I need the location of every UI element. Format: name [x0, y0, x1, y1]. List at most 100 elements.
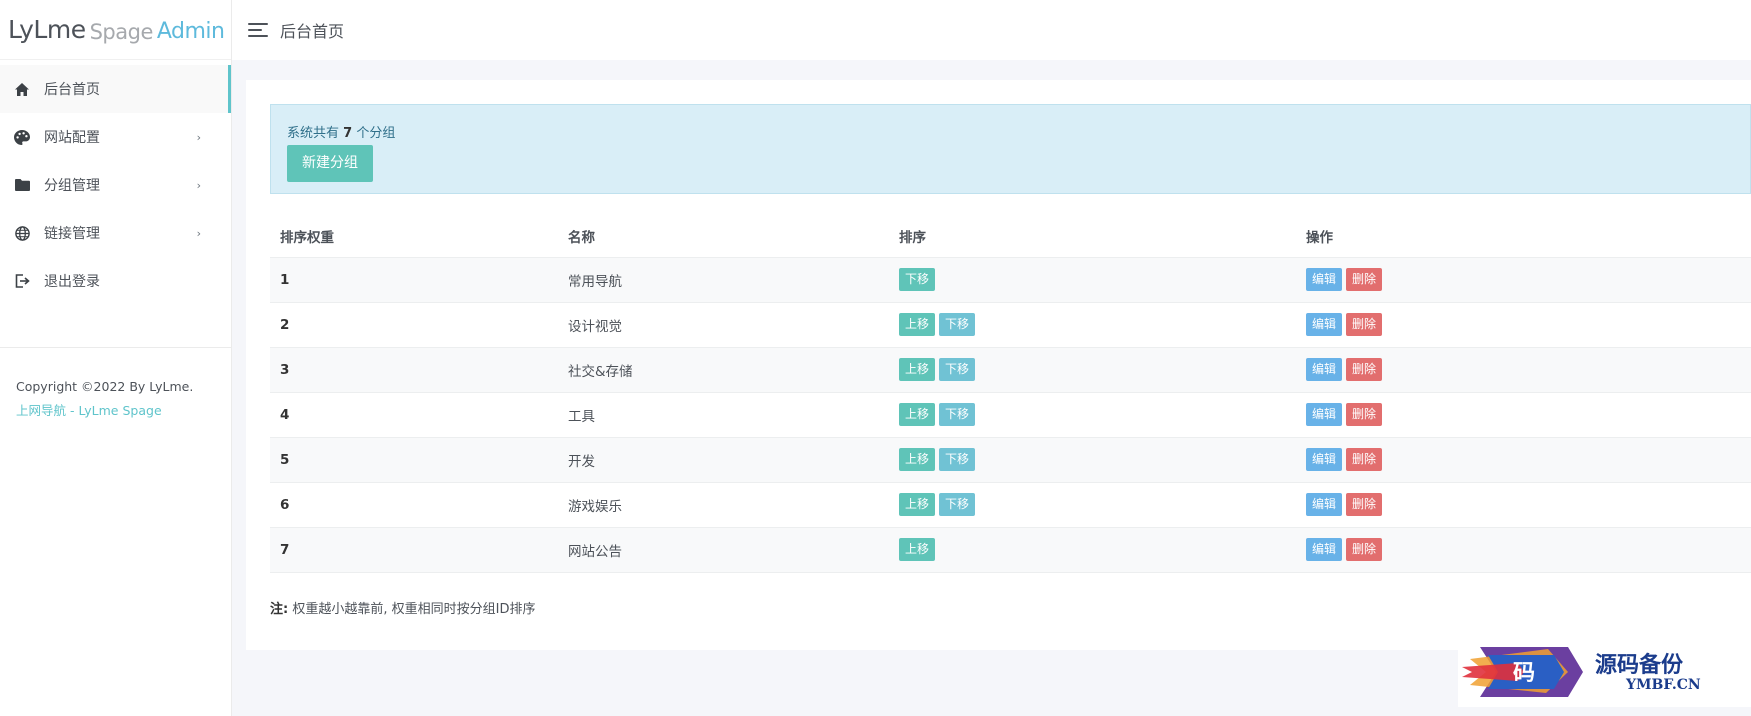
row-actions: 编辑 删除 [1296, 392, 1751, 438]
table-header-row: 排序权重 名称 排序 操作 [270, 215, 1751, 258]
row-actions: 编辑 删除 [1296, 437, 1751, 483]
copyright-text: Copyright ©2022 By LyLme. [16, 379, 194, 394]
sidebar-item-label: 后台首页 [44, 82, 100, 98]
row-weight: 7 [270, 527, 558, 573]
delete-button[interactable]: 删除 [1346, 313, 1383, 336]
sort-note: 注: 权重越小越靠前, 权重相同时按分组ID排序 [270, 598, 535, 617]
sidebar-item-link-manage[interactable]: 链接管理 › [0, 209, 231, 257]
brand-logo[interactable]: LyLme Spage Admin [0, 0, 231, 60]
move-up-button[interactable]: 上移 [899, 493, 936, 516]
new-group-button[interactable]: 新建分组 [287, 145, 373, 182]
row-sort-actions: 上移 下移 [889, 302, 1296, 348]
row-actions: 编辑 删除 [1296, 257, 1751, 303]
move-down-button[interactable]: 下移 [939, 448, 976, 471]
row-weight: 3 [270, 347, 558, 393]
edit-button[interactable]: 编辑 [1306, 358, 1343, 381]
logout-icon [14, 273, 30, 289]
row-sort-actions: 上移 下移 [889, 347, 1296, 393]
sidebar-item-home[interactable]: 后台首页 [0, 65, 231, 113]
move-up-button[interactable]: 上移 [899, 358, 936, 381]
delete-button[interactable]: 删除 [1346, 448, 1383, 471]
row-actions: 编辑 删除 [1296, 302, 1751, 348]
delete-button[interactable]: 删除 [1346, 493, 1383, 516]
row-name: 开发 [558, 437, 889, 483]
row-sort-actions: 下移 [889, 257, 1296, 303]
row-weight: 1 [270, 257, 558, 303]
globe-icon [14, 225, 30, 241]
brand-part2: Spage [89, 19, 154, 44]
table-row: 6 游戏娱乐 上移 下移 编辑 删除 [270, 482, 1751, 528]
edit-button[interactable]: 编辑 [1306, 313, 1343, 336]
col-actions: 操作 [1296, 215, 1751, 258]
edit-button[interactable]: 编辑 [1306, 538, 1343, 561]
table-row: 4 工具 上移 下移 编辑 删除 [270, 392, 1751, 438]
palette-icon [14, 129, 30, 145]
sidebar: LyLme Spage Admin 后台首页 网站配置 › 分组管理 › 链接管… [0, 0, 232, 716]
edit-button[interactable]: 编辑 [1306, 448, 1343, 471]
top-header: 后台首页 [232, 0, 1751, 60]
delete-button[interactable]: 删除 [1346, 358, 1383, 381]
edit-button[interactable]: 编辑 [1306, 403, 1343, 426]
brand-part1: LyLme [8, 15, 86, 44]
row-name: 社交&存储 [558, 347, 889, 393]
delete-button[interactable]: 删除 [1346, 538, 1383, 561]
move-down-button[interactable]: 下移 [939, 403, 976, 426]
chevron-right-icon: › [196, 178, 201, 192]
row-sort-actions: 上移 下移 [889, 437, 1296, 483]
edit-button[interactable]: 编辑 [1306, 268, 1343, 291]
watermark-char: 码 [1513, 660, 1536, 686]
sidebar-item-logout[interactable]: 退出登录 [0, 257, 231, 305]
sidebar-item-label: 分组管理 [44, 178, 100, 194]
group-count-text: 系统共有 7 个分组 [287, 122, 1734, 141]
move-up-button[interactable]: 上移 [899, 403, 936, 426]
row-sort-actions: 上移 下移 [889, 482, 1296, 528]
delete-button[interactable]: 删除 [1346, 403, 1383, 426]
move-down-button[interactable]: 下移 [939, 493, 976, 516]
count-prefix: 系统共有 [287, 126, 340, 141]
row-weight: 5 [270, 437, 558, 483]
move-down-button[interactable]: 下移 [939, 313, 976, 336]
brand-part3: Admin [156, 19, 225, 44]
table-row: 5 开发 上移 下移 编辑 删除 [270, 437, 1751, 483]
move-up-button[interactable]: 上移 [899, 538, 936, 561]
sidebar-item-label: 退出登录 [44, 274, 100, 290]
delete-button[interactable]: 删除 [1346, 268, 1383, 291]
note-label: 注: [270, 602, 289, 617]
row-sort-actions: 上移 下移 [889, 392, 1296, 438]
sidebar-item-site-config[interactable]: 网站配置 › [0, 113, 231, 161]
note-text: 权重越小越靠前, 权重相同时按分组ID排序 [292, 602, 536, 617]
row-sort-actions: 上移 [889, 527, 1296, 573]
watermark: 码 源码备份 YMBF.CN [1458, 637, 1751, 707]
row-weight: 4 [270, 392, 558, 438]
table-row: 3 社交&存储 上移 下移 编辑 删除 [270, 347, 1751, 393]
info-alert: 系统共有 7 个分组 新建分组 [270, 104, 1751, 194]
row-weight: 2 [270, 302, 558, 348]
move-up-button[interactable]: 上移 [899, 448, 936, 471]
watermark-en: YMBF.CN [1626, 677, 1701, 693]
main-card: 系统共有 7 个分组 新建分组 排序权重 名称 排序 操作 1 常用导航 下移 … [246, 80, 1751, 650]
edit-button[interactable]: 编辑 [1306, 493, 1343, 516]
move-up-button[interactable]: 上移 [899, 313, 936, 336]
row-actions: 编辑 删除 [1296, 527, 1751, 573]
folder-icon [14, 177, 30, 193]
col-sort: 排序 [889, 215, 1296, 258]
move-down-button[interactable]: 下移 [899, 268, 936, 291]
move-down-button[interactable]: 下移 [939, 358, 976, 381]
row-name: 工具 [558, 392, 889, 438]
home-icon [14, 81, 30, 97]
sidebar-item-label: 网站配置 [44, 130, 100, 146]
row-weight: 6 [270, 482, 558, 528]
sidebar-item-group-manage[interactable]: 分组管理 › [0, 161, 231, 209]
menu-toggle-icon[interactable] [248, 23, 268, 37]
group-count: 7 [343, 126, 353, 141]
col-weight: 排序权重 [270, 215, 558, 258]
row-actions: 编辑 删除 [1296, 482, 1751, 528]
row-name: 设计视觉 [558, 302, 889, 348]
row-actions: 编辑 删除 [1296, 347, 1751, 393]
chevron-right-icon: › [196, 226, 201, 240]
copyright: Copyright ©2022 By LyLme. 上网导航 - LyLme S… [0, 348, 231, 423]
table-row: 7 网站公告 上移 编辑 删除 [270, 527, 1751, 573]
col-name: 名称 [558, 215, 889, 258]
footer-link[interactable]: 上网导航 - LyLme Spage [16, 403, 162, 418]
watermark-cn: 源码备份 [1595, 652, 1684, 678]
